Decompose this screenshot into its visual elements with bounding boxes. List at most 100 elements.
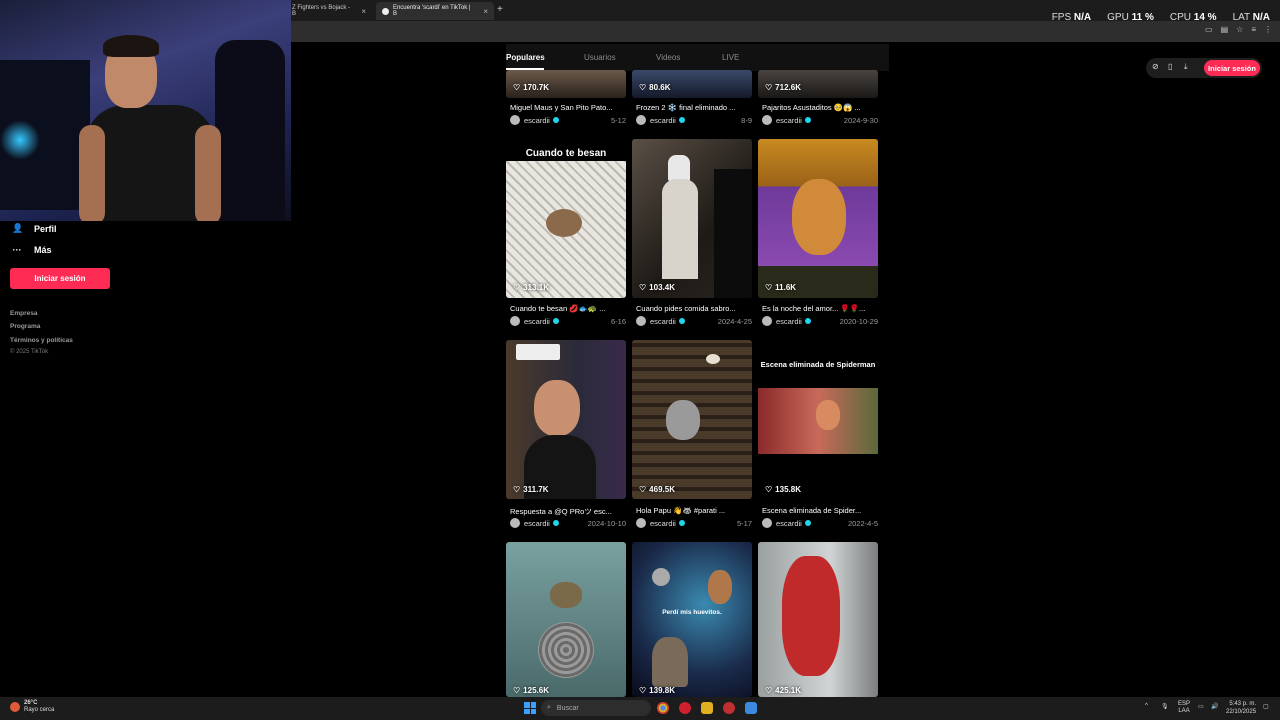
tab-popular[interactable]: Populares: [506, 53, 545, 62]
streamer: [79, 35, 221, 221]
download-icon[interactable]: ⤓: [1184, 62, 1188, 72]
author-name[interactable]: escardii: [776, 116, 802, 125]
video-date: 2024-4-25: [717, 316, 752, 326]
drain: [538, 622, 594, 678]
chef: [662, 179, 698, 279]
search-placeholder: Buscar: [556, 704, 579, 712]
heart-icon: ♡: [639, 83, 647, 92]
search-icon: ⌕: [547, 704, 551, 711]
tab-videos[interactable]: Videos: [656, 53, 680, 62]
language-indicator[interactable]: ESP LAA: [1178, 701, 1190, 715]
author-name[interactable]: escardii: [650, 116, 676, 125]
volume-icon[interactable]: 🔊: [1211, 703, 1218, 710]
video-title[interactable]: Cuando te besan 💋🐟🐢 ...: [510, 304, 628, 313]
author-name[interactable]: escardii: [776, 519, 802, 528]
moon: [652, 568, 670, 586]
avatar[interactable]: [762, 115, 772, 125]
tab-title: Encuentra 'scardi' en TikTok | B: [392, 5, 471, 17]
video-thumbnail[interactable]: [632, 542, 752, 697]
menu-icon[interactable]: ⋮: [1264, 25, 1272, 34]
view-count: 11.6K: [775, 283, 797, 292]
login-button-header[interactable]: Iniciar sesión: [1204, 60, 1260, 76]
avatar[interactable]: [510, 115, 520, 125]
tab-live[interactable]: LIVE: [722, 53, 739, 62]
video-thumbnail[interactable]: [506, 340, 626, 499]
avatar[interactable]: [636, 518, 646, 528]
video-title[interactable]: Frozen 2 ❄️ final eliminado ...: [636, 103, 754, 112]
lion: [792, 179, 846, 255]
sidebar-item-label: Más: [34, 245, 52, 255]
new-tab-button[interactable]: +: [497, 4, 503, 15]
video-thumbnail[interactable]: [506, 542, 626, 697]
windows-start-icon[interactable]: [524, 702, 536, 714]
microphone-icon[interactable]: 🎙: [1161, 703, 1169, 710]
tab-users[interactable]: Usuarios: [584, 53, 616, 62]
coin-icon[interactable]: ⊘: [1152, 62, 1159, 71]
webcam-overlay: [0, 0, 291, 221]
close-icon[interactable]: ×: [361, 7, 366, 16]
extensions-icon[interactable]: ≡: [1251, 25, 1256, 34]
translate-icon[interactable]: ▤: [1221, 25, 1229, 34]
footer-link-program[interactable]: Programa: [10, 323, 40, 330]
network-icon[interactable]: ▭: [1198, 703, 1204, 710]
author-name[interactable]: escardii: [524, 317, 550, 326]
avatar[interactable]: [510, 518, 520, 528]
reply-sticker: [516, 344, 560, 360]
red-bird: [782, 556, 840, 676]
close-icon[interactable]: ×: [483, 7, 488, 16]
video-date: 5-12: [610, 115, 626, 125]
author-name[interactable]: escardii: [524, 116, 550, 125]
opera-icon[interactable]: [679, 702, 691, 714]
footer-link-company[interactable]: Empresa: [10, 310, 37, 317]
verified-icon: [804, 117, 811, 123]
chrome-icon[interactable]: [657, 702, 669, 714]
tray-chevron-icon[interactable]: ^: [1145, 703, 1148, 709]
video-thumbnail[interactable]: [506, 139, 626, 298]
video-thumbnail[interactable]: [758, 542, 878, 697]
video-title[interactable]: Escena eliminada de Spider...: [762, 506, 880, 515]
avatar[interactable]: [762, 518, 772, 528]
video-title[interactable]: Hola Papu 👋🦝 #parati ...: [636, 506, 754, 515]
app-icon-blue[interactable]: [745, 702, 757, 714]
author-name[interactable]: escardii: [776, 317, 802, 326]
video-caption: Perdí mis huevitos.: [662, 609, 722, 616]
browser-tab-2[interactable]: Encuentra 'scardi' en TikTok | B ×: [376, 2, 494, 20]
file-explorer-icon[interactable]: [701, 702, 713, 714]
notification-icon[interactable]: ▢: [1263, 703, 1269, 710]
sidebar-item-more[interactable]: ··· Más: [12, 245, 52, 255]
avatar[interactable]: [762, 316, 772, 326]
video-title[interactable]: Pajaritos Asustaditos 🥺😱 ...: [762, 103, 880, 112]
search-tabs-bar: [506, 44, 889, 71]
login-button-sidebar[interactable]: Iniciar sesión: [10, 268, 110, 289]
avatar[interactable]: [636, 316, 646, 326]
video-title[interactable]: Respuesta a @Q PRoツ esc...: [510, 506, 628, 517]
device-icon[interactable]: ▯: [1168, 62, 1172, 71]
video-title[interactable]: Es la noche del amor... 🌹🌹...: [762, 304, 880, 313]
video-title[interactable]: Miguel Maus y San Pito Pato...: [510, 103, 628, 112]
avatar[interactable]: [636, 115, 646, 125]
sidebar-item-profile[interactable]: 👤 Perfil: [12, 223, 57, 234]
app-icon[interactable]: [723, 702, 735, 714]
author-name[interactable]: escardii: [524, 519, 550, 528]
video-thumbnail[interactable]: [758, 139, 878, 298]
tab-title: Z Fighters vs Bojack - B: [292, 5, 351, 17]
video-thumbnail[interactable]: [632, 340, 752, 499]
video-caption: Escena eliminada de Spiderman: [760, 360, 876, 369]
footer-link-terms[interactable]: Términos y políticas: [10, 337, 73, 344]
verified-icon: [678, 520, 685, 526]
avatar[interactable]: [510, 316, 520, 326]
bookmark-star-icon[interactable]: ☆: [1236, 25, 1243, 34]
weather-widget[interactable]: 26°C Rayo cerca: [10, 700, 54, 714]
taskbar-search[interactable]: ⌕ Buscar: [541, 700, 651, 716]
author-name[interactable]: escardii: [650, 519, 676, 528]
video-date: 2022-4-5: [847, 518, 878, 528]
video-title[interactable]: Cuando pides comida sabro...: [636, 304, 754, 313]
heart-icon: ♡: [513, 283, 521, 292]
raccoon: [666, 400, 700, 440]
person-icon: 👤: [12, 223, 24, 233]
clock[interactable]: 5:43 p. m. 22/10/2025: [1226, 700, 1256, 716]
browser-tab-1[interactable]: Z Fighters vs Bojack - B ×: [286, 2, 372, 20]
cast-icon[interactable]: ▭: [1205, 25, 1213, 34]
video-thumbnail[interactable]: [632, 139, 752, 298]
author-name[interactable]: escardii: [650, 317, 676, 326]
